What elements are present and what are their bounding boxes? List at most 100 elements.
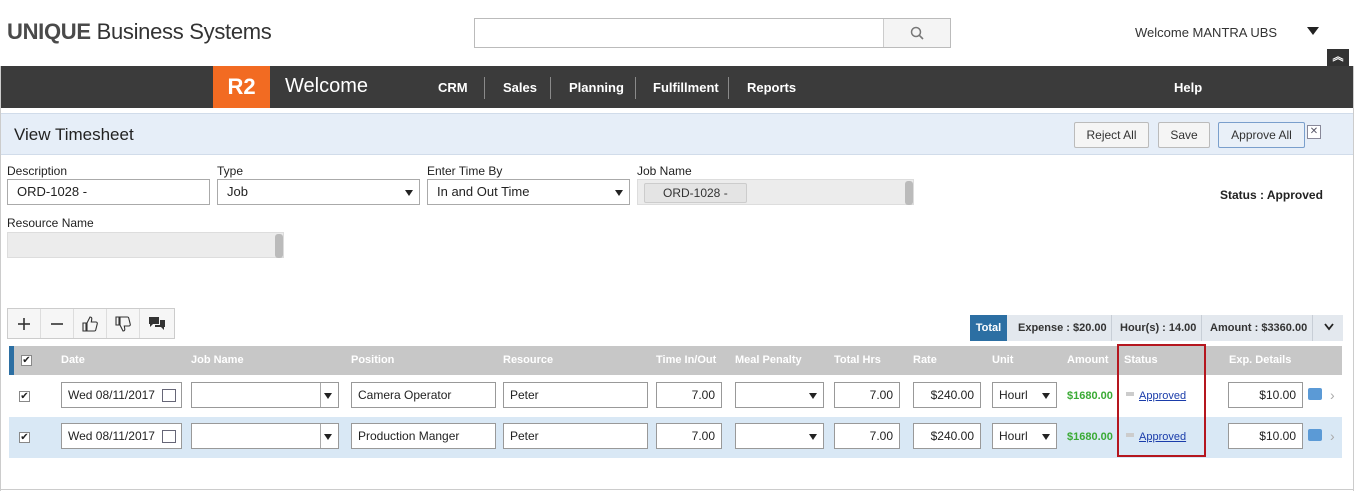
approve-button[interactable] [74,309,107,338]
calendar-icon[interactable] [162,389,176,402]
unit-select[interactable]: Hourl [992,382,1057,408]
date-field[interactable]: Wed 08/11/2017 [61,423,182,449]
search-button[interactable] [883,19,950,47]
rate-field[interactable]: $240.00 [913,382,981,408]
chevron-down-icon [405,190,413,196]
nav-item-sales[interactable]: Sales [503,80,537,95]
position-field[interactable]: Camera Operator [351,382,496,408]
resource-name-label: Resource Name [7,216,94,230]
col-rate[interactable]: Rate [913,354,937,366]
col-exp-details[interactable]: Exp. Details [1229,354,1291,366]
summary-divider [1201,315,1202,341]
close-icon[interactable]: ✕ [1307,125,1321,139]
total-hrs-field[interactable]: 7.00 [834,382,900,408]
unit-value: Hourl [999,429,1028,443]
col-resource[interactable]: Resource [503,354,553,366]
comment-icon[interactable] [1308,429,1322,441]
reject-all-button[interactable]: Reject All [1074,122,1149,148]
resource-name-field [7,232,284,258]
col-unit[interactable]: Unit [992,354,1013,366]
reject-button[interactable] [107,309,140,338]
row-checkbox[interactable]: ✔ [19,432,30,443]
user-menu-caret-icon[interactable] [1307,27,1319,35]
rate-field[interactable]: $240.00 [913,423,981,449]
comments-button[interactable] [140,309,173,338]
nav-item-crm[interactable]: CRM [438,80,468,95]
comment-icon[interactable] [1308,388,1322,400]
scrollbar[interactable] [905,181,913,205]
nav-item-planning[interactable]: Planning [569,80,624,95]
type-label: Type [217,164,244,178]
amount-value: $1680.00 [1067,431,1113,443]
date-field[interactable]: Wed 08/11/2017 [61,382,182,408]
select-all-checkbox[interactable]: ✔ [21,355,32,366]
nav-item-reports[interactable]: Reports [747,80,796,95]
brand-rest: Business Systems [90,19,272,44]
page-title: View Timesheet [14,125,134,144]
collapse-header-button[interactable]: ︽ [1327,49,1349,66]
exp-details-field[interactable]: $10.00 [1228,382,1303,408]
meal-penalty-select[interactable] [735,423,824,449]
chevron-down-icon [1042,434,1050,440]
date-value: Wed 08/11/2017 [68,388,155,402]
page-header: View Timesheet Reject All Save Approve A… [1,113,1353,155]
row-checkbox[interactable]: ✔ [19,391,30,402]
remove-row-button[interactable] [41,309,74,338]
nav-divider [484,77,485,99]
summary-expand-icon[interactable] [1324,322,1334,334]
brand-logo[interactable]: UNIQUE Business Systems [7,19,272,45]
enter-time-by-select[interactable]: In and Out Time [427,179,630,205]
summary-hours: Hour(s) : 14.00 [1120,322,1197,334]
job-name-tag: ORD-1028 - [644,183,747,203]
type-select[interactable]: Job [217,179,420,205]
meal-penalty-select[interactable] [735,382,824,408]
summary-divider [1111,315,1112,341]
chevron-right-icon[interactable]: › [1330,428,1335,444]
add-row-button[interactable] [8,309,41,338]
resource-field[interactable]: Peter [503,423,648,449]
resource-field[interactable]: Peter [503,382,648,408]
description-field[interactable]: ORD-1028 - [7,179,210,205]
unit-value: Hourl [999,388,1028,402]
search-icon [910,26,924,40]
dropdown-toggle[interactable] [320,383,338,407]
amount-value: $1680.00 [1067,390,1113,402]
col-position[interactable]: Position [351,354,394,366]
col-job-name[interactable]: Job Name [191,354,244,366]
summary-bar: Expense : $20.00 Hour(s) : 14.00 Amount … [1007,315,1343,341]
job-name-select[interactable] [191,382,339,408]
summary-total-tab[interactable]: Total [970,315,1007,341]
chevron-right-icon[interactable]: › [1330,387,1335,403]
col-meal-penalty[interactable]: Meal Penalty [735,354,802,366]
search-box [474,18,951,48]
position-field[interactable]: Production Manger [351,423,496,449]
approve-all-button[interactable]: Approve All [1218,122,1305,148]
job-name-field: ORD-1028 - [637,179,914,205]
user-welcome[interactable]: Welcome MANTRA UBS [1135,25,1277,40]
col-time[interactable]: Time In/Out [656,354,716,366]
nav-item-fulfillment[interactable]: Fulfillment [653,80,719,95]
save-button[interactable]: Save [1158,122,1210,148]
dropdown-toggle[interactable] [320,424,338,448]
col-date[interactable]: Date [61,354,85,366]
plus-icon [18,317,30,330]
nav-item-help[interactable]: Help [1174,80,1202,95]
summary-expense: Expense : $20.00 [1018,322,1107,334]
job-name-select[interactable] [191,423,339,449]
unit-select[interactable]: Hourl [992,423,1057,449]
summary-divider [1312,315,1313,341]
chevron-down-icon [1042,393,1050,399]
chevron-down-icon [324,434,332,440]
chevron-down-icon [324,393,332,399]
nav-title: Welcome [285,75,368,97]
calendar-icon[interactable] [162,430,176,443]
total-hrs-field[interactable]: 7.00 [834,423,900,449]
r2-logo[interactable]: R2 [213,66,270,108]
col-amount[interactable]: Amount [1067,354,1109,366]
scrollbar[interactable] [275,234,283,258]
time-field[interactable]: 7.00 [656,382,722,408]
col-total-hrs[interactable]: Total Hrs [834,354,881,366]
time-field[interactable]: 7.00 [656,423,722,449]
search-input[interactable] [475,19,875,45]
exp-details-field[interactable]: $10.00 [1228,423,1303,449]
